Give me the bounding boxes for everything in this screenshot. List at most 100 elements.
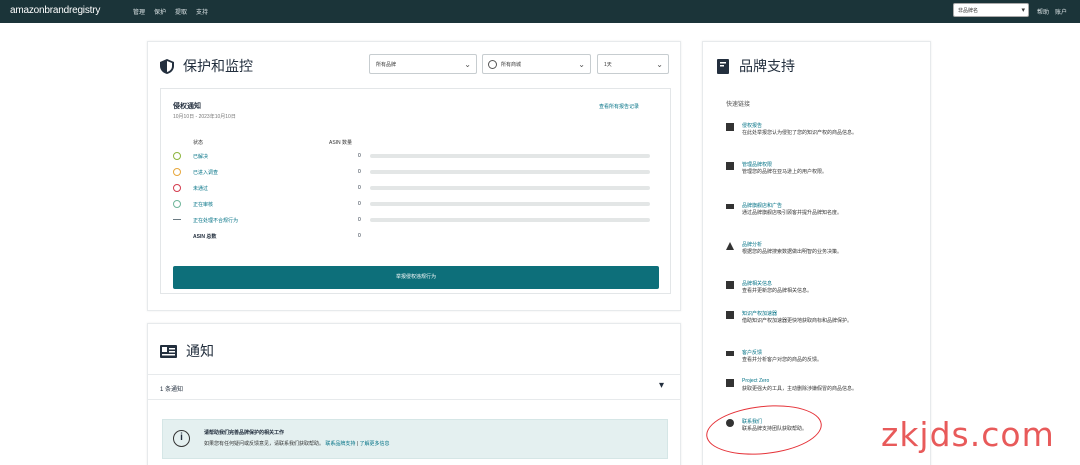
support-link-desc: 管理您的品牌在亚马逊上的用户权限。 bbox=[742, 169, 828, 175]
panel-title: 侵权通知 bbox=[173, 103, 201, 110]
info-alert: i 请帮助我们完善品牌保护的相关工作 如果您有任何疑问或反馈意见，请联系我们获取… bbox=[162, 419, 668, 459]
report-violation-button[interactable]: 举报侵权违规行为 bbox=[173, 266, 659, 289]
market-filter-value: 所有商城 bbox=[501, 62, 522, 68]
chart-icon bbox=[726, 351, 734, 356]
support-link-desc: 在此处举报您认为侵犯了您的知识产权的商品信息。 bbox=[742, 130, 858, 136]
status-column-header: 状态 bbox=[193, 140, 204, 146]
notification-count-row[interactable]: 1 条通知 ▾ bbox=[148, 374, 680, 400]
alert-title: 请帮助我们完善品牌保护的相关工作 bbox=[204, 430, 285, 436]
protection-card: 保护和监控 所有品牌 ⌄ 所有商城 ⌄ 1天 ⌄ 侵权通知 10月10日 - 2… bbox=[147, 41, 681, 311]
protection-title-text: 保护和监控 bbox=[183, 58, 253, 74]
support-link-desc: 获取更强大的工具，主动删除涉嫌假冒的商品信息。 bbox=[742, 386, 858, 392]
status-count: 0 bbox=[358, 201, 361, 207]
status-label[interactable]: 正在审核 bbox=[193, 201, 213, 208]
top-nav: 管理 保护 提取 支持 bbox=[133, 7, 208, 16]
status-row: 已进入调查 0 bbox=[173, 167, 653, 179]
status-row: 正在处理不合规行为 0 bbox=[173, 215, 653, 227]
status-bar bbox=[370, 218, 650, 222]
protection-title: 保护和监控 bbox=[160, 56, 253, 76]
status-row: 已解决 0 bbox=[173, 151, 653, 163]
watermark-text: zkjds.com bbox=[881, 415, 1055, 454]
nav-protect[interactable]: 保护 bbox=[154, 7, 166, 16]
status-row: 未通过 0 bbox=[173, 183, 653, 195]
alert-body-text: 如果您有任何疑问或反馈意见，请联系我们获取帮助。 bbox=[204, 441, 325, 447]
infringement-panel: 侵权通知 10月10日 - 2023年10月10日 查看所有报告记录 状态 AS… bbox=[160, 88, 671, 294]
status-bar bbox=[370, 186, 650, 190]
total-count: 0 bbox=[358, 233, 361, 239]
status-label[interactable]: 未通过 bbox=[193, 185, 208, 192]
market-filter-select[interactable]: 所有商城 ⌄ bbox=[482, 54, 591, 74]
status-bar bbox=[370, 202, 650, 206]
notifications-title: 通知 bbox=[160, 341, 214, 361]
support-link-title[interactable]: 知识产权加速器 bbox=[742, 310, 777, 317]
brand-filter-value: 所有品牌 bbox=[376, 62, 397, 68]
support-link-title[interactable]: 侵权报告 bbox=[742, 122, 762, 129]
brand-filter-select[interactable]: 所有品牌 ⌄ bbox=[369, 54, 477, 74]
video-icon bbox=[726, 204, 734, 209]
support-link-desc: 通过品牌旗舰店吸引顾客并提升品牌知名度。 bbox=[742, 210, 843, 216]
notifications-card: 通知 1 条通知 ▾ i 请帮助我们完善品牌保护的相关工作 如果您有任何疑问或反… bbox=[147, 323, 681, 465]
chevron-down-icon: ⌄ bbox=[464, 60, 471, 69]
support-link-title[interactable]: 管理品牌权限 bbox=[742, 161, 772, 168]
top-bar: amazonbrandregistry 管理 保护 提取 支持 非品牌名 帮助 … bbox=[0, 0, 1080, 23]
shield-icon bbox=[160, 58, 174, 74]
status-count: 0 bbox=[358, 185, 361, 191]
status-count: 0 bbox=[358, 217, 361, 223]
status-investigating-icon bbox=[173, 168, 181, 176]
brand-registry-logo[interactable]: amazonbrandregistry bbox=[10, 5, 100, 16]
chevron-down-icon: ⌄ bbox=[656, 60, 663, 69]
asin-column-header: ASIN 数量 bbox=[329, 140, 353, 146]
book-icon bbox=[717, 58, 729, 74]
support-link-title[interactable]: Project Zero bbox=[742, 378, 769, 384]
status-processing-icon bbox=[173, 219, 181, 220]
info-icon: i bbox=[173, 430, 190, 447]
status-bar bbox=[370, 154, 650, 158]
alert-body: 如果您有任何疑问或反馈意见，请联系我们获取帮助。 联系品牌支持 | 了解更多信息 bbox=[204, 440, 390, 447]
status-label[interactable]: 已解决 bbox=[193, 153, 208, 160]
support-link-title[interactable]: 品牌相关信息 bbox=[742, 280, 772, 287]
support-link-desc: 查看并更新您的品牌相关信息。 bbox=[742, 288, 813, 294]
view-all-reports-link[interactable]: 查看所有报告记录 bbox=[599, 103, 639, 110]
quick-links-label: 快速链接 bbox=[726, 102, 751, 108]
globe-icon bbox=[488, 60, 497, 69]
separator: | bbox=[356, 441, 359, 447]
status-count: 0 bbox=[358, 169, 361, 175]
support-link-title[interactable]: 品牌分析 bbox=[742, 241, 762, 248]
status-count: 0 bbox=[358, 153, 361, 159]
panel-date-range: 10月10日 - 2023年10月10日 bbox=[173, 114, 236, 120]
account-link[interactable]: 账户 bbox=[1055, 7, 1067, 16]
brand-support-card: 品牌支持 快速链接 侵权报告 在此处举报您认为侵犯了您的知识产权的商品信息。 管… bbox=[702, 41, 931, 465]
status-label[interactable]: 已进入调查 bbox=[193, 169, 218, 176]
status-reviewing-icon bbox=[173, 200, 181, 208]
folder-icon bbox=[726, 281, 734, 289]
learn-more-link[interactable]: 了解更多信息 bbox=[360, 441, 390, 447]
chevron-down-icon: ⌄ bbox=[578, 60, 585, 69]
support-link-desc: 查看并分析客户对您的商品的反馈。 bbox=[742, 357, 823, 363]
nav-support[interactable]: 支持 bbox=[196, 7, 208, 16]
warning-icon bbox=[726, 242, 734, 250]
notification-count: 1 条通知 bbox=[160, 387, 184, 393]
status-resolved-icon bbox=[173, 152, 181, 160]
status-label[interactable]: 正在处理不合规行为 bbox=[193, 217, 238, 224]
folder-icon bbox=[726, 123, 734, 131]
support-link-title[interactable]: 客户反馈 bbox=[742, 349, 762, 356]
contact-support-link[interactable]: 联系品牌支持 bbox=[325, 441, 355, 447]
status-bar bbox=[370, 170, 650, 174]
nav-grow[interactable]: 提取 bbox=[175, 7, 187, 16]
top-right-links: 帮助 账户 bbox=[1037, 7, 1067, 16]
period-filter-select[interactable]: 1天 ⌄ bbox=[597, 54, 669, 74]
support-link-title[interactable]: 品牌旗舰店和广告 bbox=[742, 202, 782, 209]
support-link-desc: 借助知识产权加速器更快地获取商标和品牌保护。 bbox=[742, 318, 853, 324]
support-title-text: 品牌支持 bbox=[739, 58, 795, 74]
notification-card-icon bbox=[160, 344, 177, 358]
help-link[interactable]: 帮助 bbox=[1037, 7, 1049, 16]
support-link-desc: 根据您的品牌搜索数据做出明智的业务决策。 bbox=[742, 249, 843, 255]
status-row: 正在审核 0 bbox=[173, 199, 653, 211]
document-icon bbox=[726, 311, 734, 319]
nav-manage[interactable]: 管理 bbox=[133, 7, 145, 16]
caret-down-icon: ▾ bbox=[659, 380, 665, 391]
brand-select-dropdown[interactable]: 非品牌名 bbox=[953, 3, 1029, 17]
period-filter-value: 1天 bbox=[604, 62, 612, 68]
document-icon bbox=[726, 162, 734, 170]
support-title: 品牌支持 bbox=[716, 56, 795, 76]
